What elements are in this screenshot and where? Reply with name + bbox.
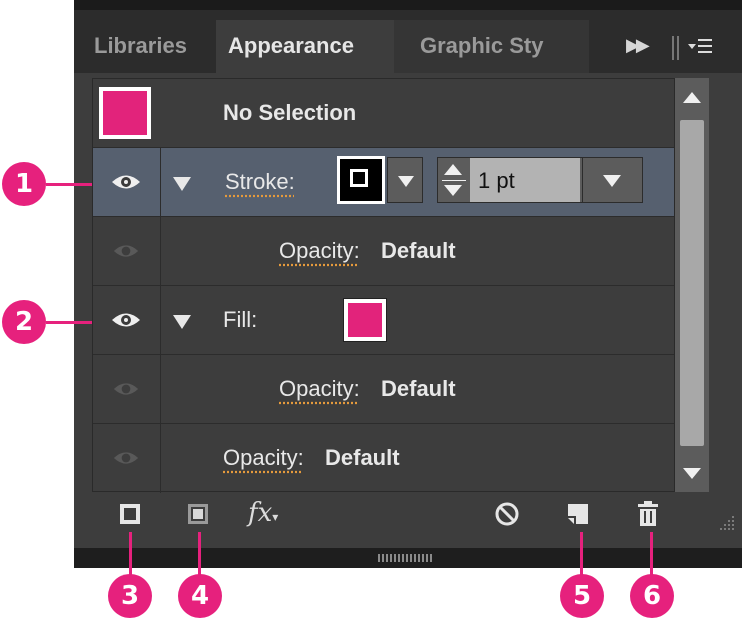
callout-4: 4 bbox=[178, 574, 222, 618]
callout-leader bbox=[198, 532, 201, 576]
page-title: No Selection bbox=[223, 100, 357, 125]
eye-cell[interactable] bbox=[93, 355, 161, 423]
add-new-fill-icon[interactable] bbox=[186, 502, 210, 526]
panel-bottom-bar bbox=[74, 548, 742, 568]
callout-leader bbox=[580, 532, 583, 576]
tab-separator bbox=[677, 36, 679, 60]
object-opacity-row[interactable]: Opacity: Default bbox=[93, 424, 693, 493]
opacity-value: Default bbox=[381, 238, 456, 263]
callout-6: 6 bbox=[630, 574, 674, 618]
chevron-down-icon bbox=[603, 175, 621, 187]
clear-appearance-icon[interactable] bbox=[494, 501, 520, 527]
eye-icon[interactable] bbox=[113, 380, 139, 398]
stroke-swatch[interactable] bbox=[337, 156, 385, 204]
fill-color-swatch[interactable] bbox=[343, 298, 387, 342]
panel-menu-icon[interactable] bbox=[686, 34, 714, 60]
fill-label: Fill: bbox=[223, 307, 258, 332]
header-row: No Selection bbox=[93, 79, 693, 148]
tab-libraries[interactable]: Libraries bbox=[94, 20, 228, 73]
stroke-label[interactable]: Stroke: bbox=[225, 169, 295, 195]
appearance-panel: Libraries Appearance Graphic Sty ▶▶ No S… bbox=[74, 0, 742, 568]
appearance-list: No Selection Stroke: 1 pt Opacity: Defau… bbox=[92, 78, 693, 493]
callout-leader bbox=[46, 183, 92, 186]
callout-leader bbox=[129, 532, 132, 576]
add-effect-button[interactable]: fx▾ bbox=[248, 498, 278, 528]
resize-grip-icon[interactable] bbox=[714, 512, 736, 534]
eye-icon[interactable] bbox=[113, 449, 139, 467]
chevron-down-icon bbox=[398, 176, 414, 187]
opacity-label[interactable]: Opacity: bbox=[279, 238, 360, 264]
stroke-weight-input[interactable]: 1 pt bbox=[470, 158, 580, 202]
fill-opacity-row[interactable]: Opacity: Default bbox=[93, 355, 693, 424]
fill-swatch-thumbnail bbox=[99, 87, 151, 139]
decrement-arrow-icon[interactable] bbox=[444, 185, 462, 196]
eye-icon[interactable] bbox=[111, 172, 141, 192]
eye-icon[interactable] bbox=[111, 310, 141, 330]
duplicate-item-icon[interactable] bbox=[566, 502, 590, 526]
stroke-weight-stepper[interactable]: 1 pt bbox=[437, 157, 643, 203]
eye-cell[interactable] bbox=[93, 217, 161, 285]
tab-bar: Libraries Appearance Graphic Sty ▶▶ bbox=[74, 0, 742, 73]
eye-cell[interactable] bbox=[93, 148, 161, 216]
stroke-weight-dropdown[interactable] bbox=[582, 158, 643, 202]
stroke-opacity-row[interactable]: Opacity: Default bbox=[93, 217, 693, 286]
callout-2: 2 bbox=[2, 300, 46, 344]
opacity-label[interactable]: Opacity: bbox=[279, 376, 360, 402]
add-new-stroke-icon[interactable] bbox=[118, 502, 142, 526]
eye-cell[interactable] bbox=[93, 424, 161, 493]
tab-appearance[interactable]: Appearance bbox=[216, 20, 394, 73]
scroll-down-arrow-icon[interactable] bbox=[683, 468, 701, 479]
callout-1: 1 bbox=[2, 162, 46, 206]
stroke-color-dropdown[interactable] bbox=[387, 157, 423, 203]
scrollbar[interactable] bbox=[674, 78, 709, 492]
fx-label: fx bbox=[248, 498, 273, 528]
scrollbar-thumb[interactable] bbox=[680, 120, 704, 446]
opacity-label[interactable]: Opacity: bbox=[223, 445, 304, 471]
opacity-value: Default bbox=[381, 376, 456, 401]
callout-3: 3 bbox=[108, 574, 152, 618]
callout-leader bbox=[650, 532, 653, 576]
fill-row[interactable]: Fill: bbox=[93, 286, 693, 355]
eye-icon[interactable] bbox=[113, 242, 139, 260]
scroll-up-arrow-icon[interactable] bbox=[683, 92, 701, 103]
tab-separator bbox=[672, 36, 674, 60]
disclosure-triangle-icon[interactable] bbox=[173, 315, 191, 329]
increment-arrow-icon[interactable] bbox=[444, 164, 462, 175]
callout-5: 5 bbox=[560, 574, 604, 618]
eye-cell[interactable] bbox=[93, 286, 161, 354]
tab-graphic-styles[interactable]: Graphic Sty bbox=[404, 20, 574, 73]
drag-handle[interactable] bbox=[378, 554, 434, 562]
opacity-value: Default bbox=[325, 445, 400, 470]
stroke-row[interactable]: Stroke: 1 pt bbox=[93, 148, 693, 217]
chevron-down-icon: ▾ bbox=[272, 510, 279, 524]
trash-icon[interactable] bbox=[636, 500, 660, 528]
disclosure-triangle-icon[interactable] bbox=[173, 177, 191, 191]
stroke-weight-value: 1 pt bbox=[478, 168, 515, 193]
fast-forward-icon[interactable]: ▶▶ bbox=[626, 35, 650, 56]
callout-leader bbox=[46, 321, 92, 324]
